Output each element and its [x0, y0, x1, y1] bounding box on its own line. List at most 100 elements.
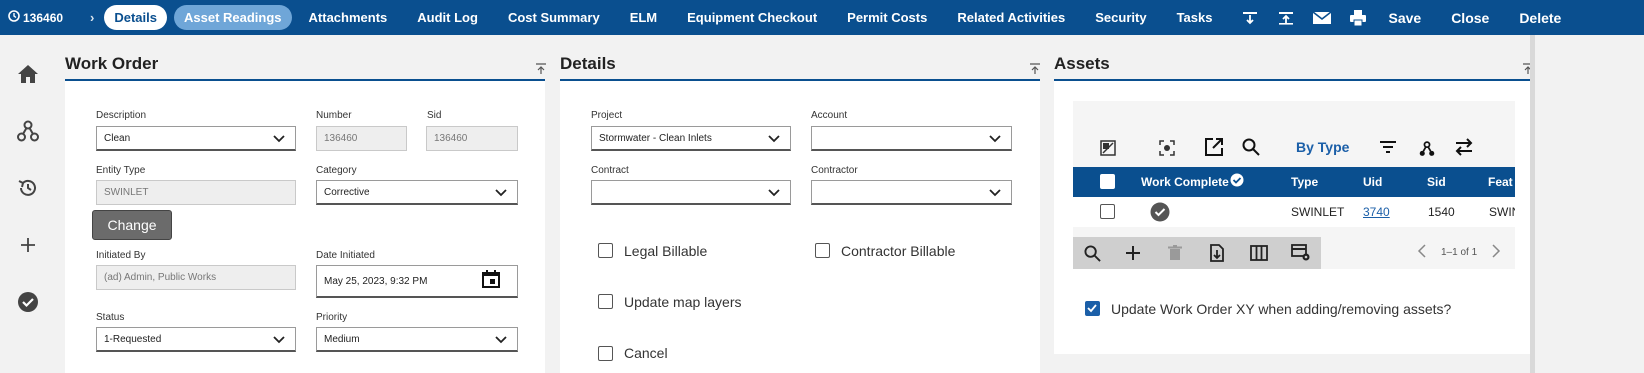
- swap-icon[interactable]: [1453, 136, 1475, 158]
- calendar-icon[interactable]: [481, 269, 501, 289]
- filter-icon[interactable]: [1377, 136, 1399, 158]
- sid-value: 136460: [434, 133, 468, 144]
- chevron-down-icon: [495, 336, 507, 344]
- work-order-panel-title: Work Order: [65, 54, 159, 73]
- hierarchy-icon[interactable]: [1416, 138, 1438, 160]
- chevron-down-icon: [989, 189, 1001, 197]
- mail-icon[interactable]: [1312, 8, 1332, 28]
- add-icon[interactable]: [15, 232, 41, 258]
- zoom-to-icon[interactable]: [1156, 137, 1178, 159]
- print-icon[interactable]: [1348, 8, 1368, 28]
- number-field: 136460: [316, 126, 407, 151]
- tab-audit-log[interactable]: Audit Log: [407, 5, 488, 30]
- save-button[interactable]: Save: [1388, 10, 1421, 26]
- legal-billable-checkbox[interactable]: [598, 243, 613, 258]
- column-header-work-complete[interactable]: Work Complete: [1141, 175, 1229, 189]
- tab-equipment-checkout[interactable]: Equipment Checkout: [677, 5, 827, 30]
- tab-permit-costs[interactable]: Permit Costs: [837, 5, 937, 30]
- column-header-feat[interactable]: Feat: [1488, 175, 1513, 189]
- table-settings-icon[interactable]: [1290, 242, 1312, 264]
- chevron-down-icon: [768, 189, 780, 197]
- update-xy-checkbox[interactable]: [1085, 301, 1100, 316]
- uid-link[interactable]: 3740: [1363, 205, 1390, 219]
- collapse-icon[interactable]: [1029, 62, 1041, 74]
- date-initiated-label: Date Initiated: [316, 250, 375, 261]
- select-mode-icon[interactable]: [1097, 137, 1119, 159]
- contractor-label: Contractor: [811, 165, 858, 176]
- grid-footer-toolbar: [1073, 237, 1321, 269]
- status-select[interactable]: 1-Requested: [96, 327, 296, 352]
- description-select[interactable]: Clean: [96, 126, 296, 151]
- columns-icon[interactable]: [1248, 242, 1270, 264]
- category-select[interactable]: Corrective: [316, 180, 518, 205]
- pager-text: 1–1 of 1: [1441, 247, 1478, 258]
- chevron-down-icon: [768, 135, 780, 143]
- expand-all-icon[interactable]: [1240, 8, 1260, 28]
- tab-related-activities[interactable]: Related Activities: [947, 5, 1075, 30]
- cell-uid[interactable]: 3740: [1363, 205, 1390, 219]
- delete-button[interactable]: Delete: [1519, 10, 1561, 26]
- column-header-uid[interactable]: Uid: [1363, 175, 1382, 189]
- update-xy-label: Update Work Order XY when adding/removin…: [1111, 301, 1452, 317]
- check-circle-icon[interactable]: [15, 289, 41, 315]
- tab-security[interactable]: Security: [1085, 5, 1156, 30]
- home-icon[interactable]: [15, 61, 41, 87]
- priority-label: Priority: [316, 312, 348, 323]
- tab-cost-summary[interactable]: Cost Summary: [498, 5, 610, 30]
- row-checkbox[interactable]: [1100, 204, 1115, 219]
- table-row[interactable]: SWINLET 3740 1540 SWIN: [1073, 197, 1515, 227]
- search-icon[interactable]: [1081, 242, 1103, 264]
- contractor-select[interactable]: [811, 180, 1012, 205]
- cancel-checkbox[interactable]: [598, 346, 613, 361]
- account-select[interactable]: [811, 126, 1012, 151]
- trash-icon[interactable]: [1164, 242, 1186, 264]
- check-circle-icon: [1230, 173, 1244, 190]
- cell-feat: SWIN: [1489, 205, 1515, 219]
- initiated-by-value: (ad) Admin, Public Works: [104, 272, 217, 283]
- status-label: Status: [96, 312, 125, 323]
- tab-details[interactable]: Details: [104, 5, 167, 30]
- work-order-icon: [8, 10, 20, 25]
- priority-select[interactable]: Medium: [316, 327, 518, 352]
- add-icon[interactable]: [1122, 242, 1144, 264]
- date-initiated-field[interactable]: May 25, 2023, 9:32 PM: [316, 265, 518, 298]
- status-value: 1-Requested: [104, 333, 162, 345]
- details-panel: [560, 81, 1040, 373]
- cancel-label: Cancel: [624, 345, 668, 361]
- contractor-billable-checkbox[interactable]: [815, 243, 830, 258]
- top-toolbar: 136460 › Details Asset Readings Attachme…: [0, 0, 1644, 35]
- collapse-all-icon[interactable]: [1276, 8, 1296, 28]
- tab-elm[interactable]: ELM: [620, 5, 667, 30]
- column-header-type[interactable]: Type: [1291, 175, 1318, 189]
- change-button[interactable]: Change: [92, 210, 172, 240]
- scrollbar[interactable]: [1530, 35, 1535, 373]
- search-icon[interactable]: [1240, 136, 1262, 158]
- sid-label: Sid: [427, 110, 442, 121]
- close-button[interactable]: Close: [1451, 10, 1489, 26]
- hierarchy-icon[interactable]: [15, 118, 41, 144]
- collapse-icon[interactable]: [535, 62, 547, 74]
- update-map-layers-checkbox[interactable]: [598, 294, 613, 309]
- contract-select[interactable]: [591, 180, 791, 205]
- tab-asset-readings[interactable]: Asset Readings: [173, 5, 292, 30]
- open-external-icon[interactable]: [1203, 136, 1225, 158]
- initiated-by-label: Initiated By: [96, 250, 146, 261]
- column-header-sid[interactable]: Sid: [1427, 175, 1446, 189]
- tab-tasks[interactable]: Tasks: [1167, 5, 1223, 30]
- grid-header: Work Complete Type Uid Sid Feat: [1073, 167, 1515, 197]
- tab-attachments[interactable]: Attachments: [299, 5, 398, 30]
- by-type-toggle[interactable]: By Type: [1296, 139, 1349, 155]
- chevron-right-icon[interactable]: [1491, 244, 1501, 261]
- chevron-left-icon[interactable]: [1417, 244, 1427, 261]
- import-icon[interactable]: [1206, 242, 1228, 264]
- select-all-checkbox[interactable]: [1100, 174, 1115, 189]
- priority-value: Medium: [324, 333, 360, 345]
- project-select[interactable]: Stormwater - Clean Inlets: [591, 126, 791, 151]
- history-icon[interactable]: [15, 175, 41, 201]
- contractor-billable-label: Contractor Billable: [841, 243, 956, 259]
- description-value: Clean: [104, 132, 131, 144]
- assets-panel-title: Assets: [1054, 54, 1110, 73]
- chevron-down-icon: [273, 336, 285, 344]
- chevron-down-icon: [989, 135, 1001, 143]
- project-value: Stormwater - Clean Inlets: [599, 132, 712, 144]
